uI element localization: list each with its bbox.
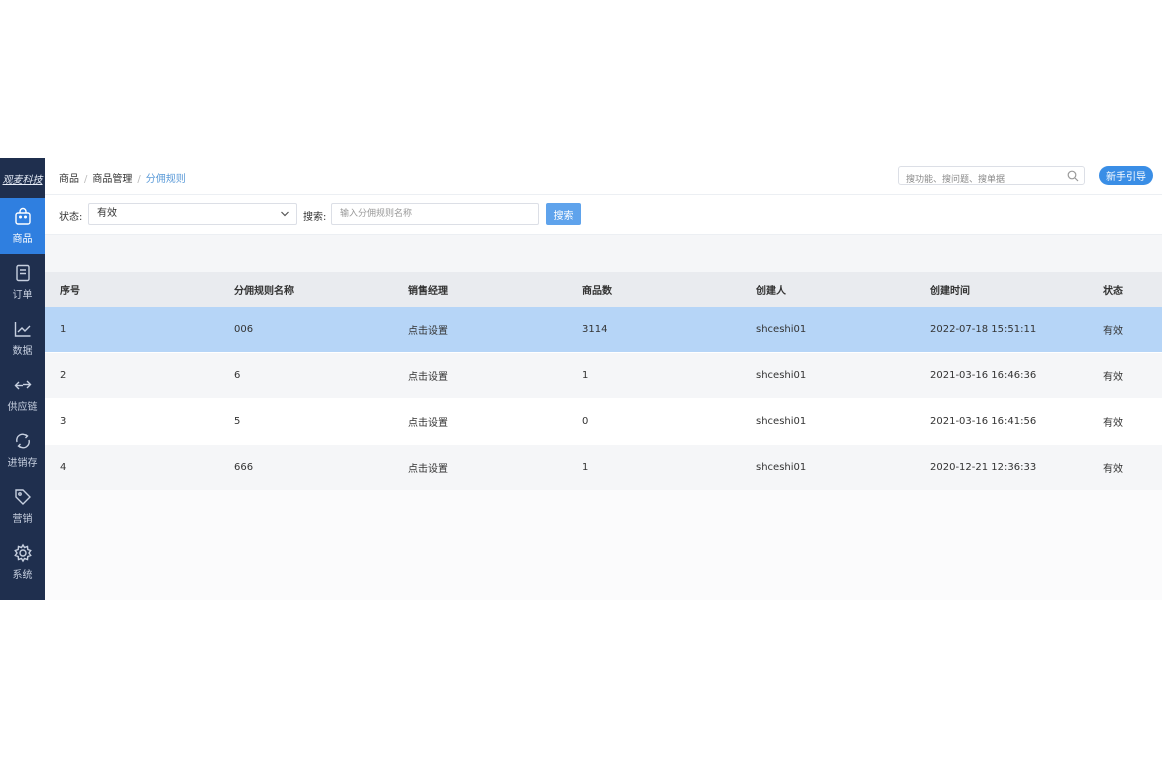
search-label: 搜索:: [303, 212, 327, 223]
table-row[interactable]: 3 5 点击设置 0 shceshi01 2021-03-16 16:41:56…: [45, 398, 1162, 445]
sidebar-item-marketing[interactable]: 营销: [0, 478, 45, 534]
cell-creator: shceshi01: [741, 444, 915, 491]
cell-set-manager-link[interactable]: 点击设置: [393, 398, 567, 445]
cell-created-time: 2021-03-16 16:41:56: [915, 398, 1088, 445]
app-window: 观麦科技 商品 订单 数据 供应链 进销存 营销 系统 商品 / 商品管理 / …: [0, 158, 1162, 600]
sidebar-item-system[interactable]: 系统: [0, 534, 45, 590]
breadcrumb: 商品 / 商品管理 / 分佣规则: [59, 170, 186, 185]
cell-status: 有效: [1088, 307, 1162, 353]
column-header-creator: 创建人: [741, 272, 915, 307]
cell-no: 1: [45, 307, 219, 353]
sidebar-item-order[interactable]: 订单: [0, 254, 45, 310]
search-icon[interactable]: [1067, 170, 1079, 182]
cell-status: 有效: [1088, 398, 1162, 445]
main-content: 商品 / 商品管理 / 分佣规则 新手引导 状态: 有效 搜索: 搜索: [45, 158, 1162, 600]
breadcrumb-item-goods[interactable]: 商品: [59, 174, 79, 185]
search-button[interactable]: 搜索: [546, 203, 581, 225]
cycle-icon: [15, 433, 30, 449]
cell-set-manager-link[interactable]: 点击设置: [393, 307, 567, 353]
cell-goods-count: 0: [567, 398, 741, 445]
breadcrumb-separator: /: [84, 174, 88, 185]
filter-bar: 状态: 有效 搜索: 搜索: [45, 194, 1162, 235]
cell-created-time: 2020-12-21 12:36:33: [915, 444, 1088, 491]
sidebar-item-inventory[interactable]: 进销存: [0, 422, 45, 478]
exchange-arrows-icon: [14, 380, 31, 390]
sidebar: 观麦科技 商品 订单 数据 供应链 进销存 营销 系统: [0, 158, 50, 600]
table-row[interactable]: 2 6 点击设置 1 shceshi01 2021-03-16 16:46:36…: [45, 352, 1162, 399]
cell-creator: shceshi01: [741, 398, 915, 445]
cell-set-manager-link[interactable]: 点击设置: [393, 352, 567, 399]
cell-rule-name-link[interactable]: 666: [219, 444, 393, 491]
global-search: [898, 166, 1085, 189]
cell-status: 有效: [1088, 352, 1162, 399]
toolbar-band: [45, 235, 1162, 272]
cell-rule-name-link[interactable]: 006: [219, 307, 393, 353]
column-header-goods-count: 商品数: [567, 272, 741, 307]
cell-no: 4: [45, 444, 219, 491]
cell-rule-name-link[interactable]: 6: [219, 352, 393, 399]
column-header-no: 序号: [45, 272, 219, 307]
cell-creator: shceshi01: [741, 352, 915, 399]
tag-icon: [14, 489, 31, 505]
cell-goods-count: 1: [567, 352, 741, 399]
column-header-rule-name: 分佣规则名称: [219, 272, 393, 307]
breadcrumb-item-goods-management[interactable]: 商品管理: [92, 174, 132, 185]
column-header-status: 状态: [1088, 272, 1162, 307]
breadcrumb-item-commission-rules: 分佣规则: [145, 174, 186, 185]
table-row[interactable]: 1 006 点击设置 3114 shceshi01 2022-07-18 15:…: [45, 307, 1162, 353]
column-header-created-time: 创建时间: [915, 272, 1088, 307]
sidebar-item-label: 数据: [12, 346, 33, 357]
sidebar-item-supply[interactable]: 供应链: [0, 366, 45, 422]
beginner-guide-button[interactable]: 新手引导: [1099, 166, 1153, 185]
document-icon: [15, 264, 30, 282]
empty-area: [45, 490, 1162, 600]
rule-name-search-input[interactable]: [331, 203, 539, 225]
shopping-bag-icon: [14, 207, 31, 225]
sidebar-item-label: 订单: [12, 290, 33, 301]
cell-rule-name-link[interactable]: 5: [219, 398, 393, 445]
status-select-value: 有效: [97, 208, 117, 219]
line-chart-icon: [14, 322, 30, 337]
sidebar-item-goods[interactable]: 商品: [0, 198, 50, 254]
logo: 观麦科技: [2, 174, 43, 186]
chevron-down-icon: [281, 211, 289, 217]
sidebar-item-label: 营销: [12, 514, 33, 525]
cell-goods-count: 1: [567, 444, 741, 491]
status-label: 状态:: [59, 212, 83, 223]
cell-creator: shceshi01: [741, 307, 915, 353]
global-search-input[interactable]: [899, 171, 1066, 189]
sidebar-item-label: 供应链: [7, 402, 38, 413]
top-bar: 商品 / 商品管理 / 分佣规则 新手引导: [45, 158, 1162, 195]
cell-created-time: 2021-03-16 16:46:36: [915, 352, 1088, 399]
sidebar-item-data[interactable]: 数据: [0, 310, 45, 366]
sidebar-item-label: 商品: [12, 234, 33, 245]
cell-set-manager-link[interactable]: 点击设置: [393, 444, 567, 491]
breadcrumb-separator: /: [137, 174, 141, 185]
gear-icon: [13, 543, 32, 563]
sidebar-item-label: 进销存: [7, 458, 38, 469]
table-row[interactable]: 4 666 点击设置 1 shceshi01 2020-12-21 12:36:…: [45, 444, 1162, 491]
cell-created-time: 2022-07-18 15:51:11: [915, 307, 1088, 353]
cell-goods-count: 3114: [567, 307, 741, 353]
table-header-row: 序号 分佣规则名称 销售经理 商品数 创建人 创建时间 状态: [45, 272, 1162, 307]
cell-status: 有效: [1088, 444, 1162, 491]
column-header-sales-manager: 销售经理: [393, 272, 567, 307]
cell-no: 3: [45, 398, 219, 445]
status-select[interactable]: 有效: [88, 203, 297, 225]
commission-rules-table: 序号 分佣规则名称 销售经理 商品数 创建人 创建时间 状态 1 006 点击设…: [45, 272, 1162, 491]
cell-no: 2: [45, 352, 219, 399]
sidebar-item-label: 系统: [12, 570, 33, 581]
